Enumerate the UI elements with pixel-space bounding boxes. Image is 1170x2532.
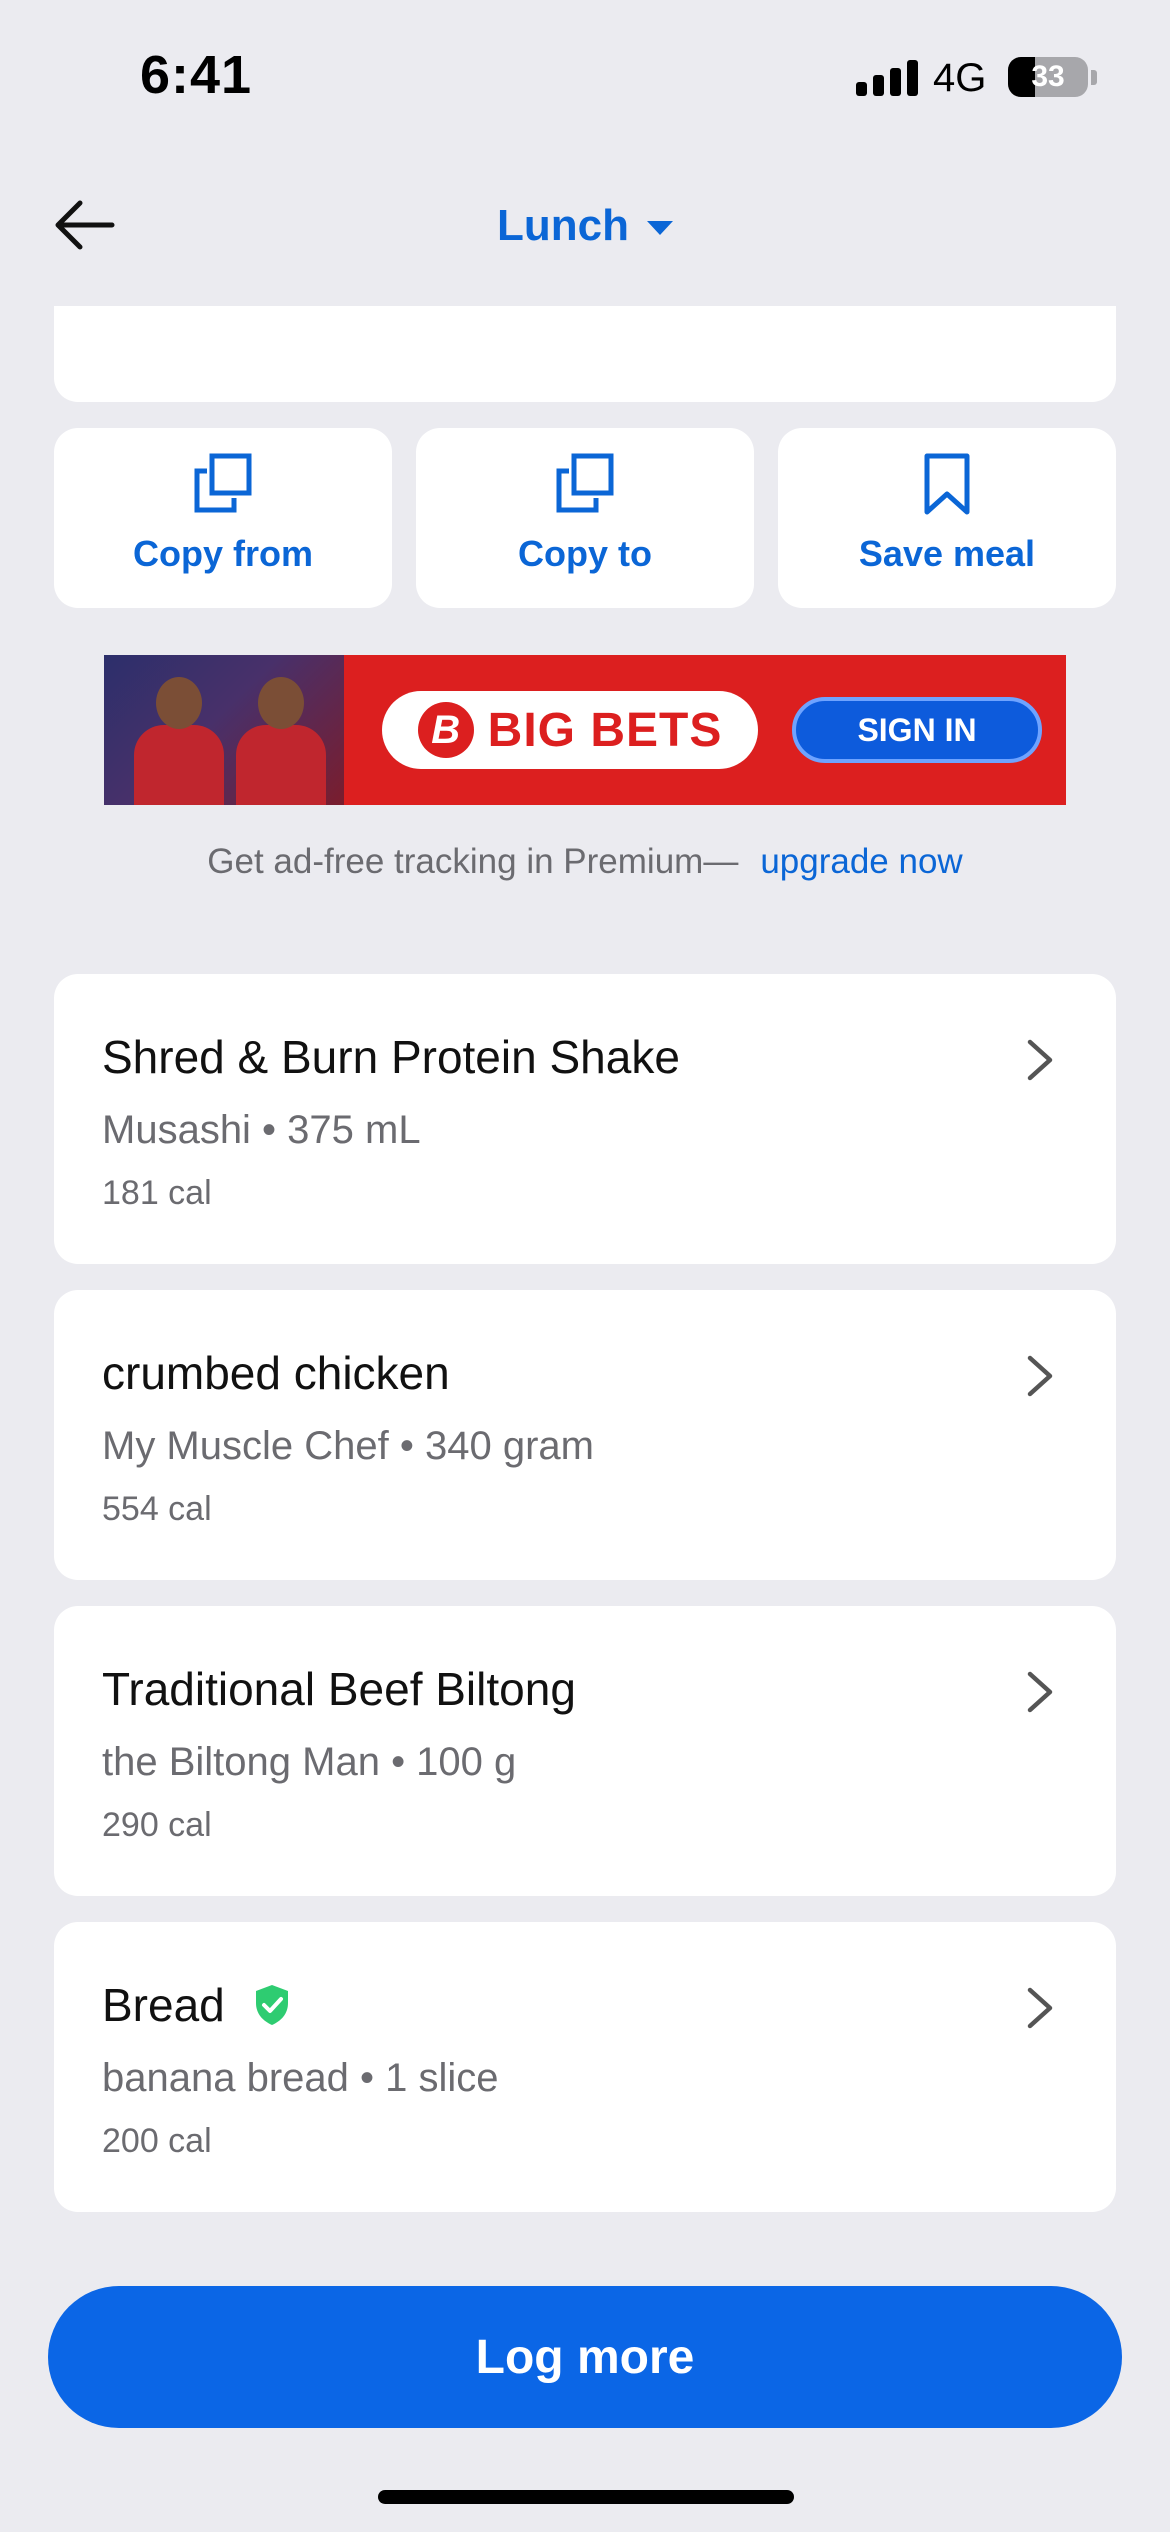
bookmark-icon xyxy=(924,453,970,515)
food-detail: banana bread • 1 slice xyxy=(102,2056,499,2100)
copy-from-label: Copy from xyxy=(133,533,313,574)
food-detail: Musashi • 375 mL xyxy=(102,1108,421,1152)
food-entry[interactable]: crumbed chicken My Muscle Chef • 340 gra… xyxy=(54,1290,1116,1580)
ad-logo: B BIG BETS xyxy=(382,691,758,769)
chevron-right-icon xyxy=(1027,1039,1053,1081)
ad-logo-mark: B xyxy=(417,702,474,758)
copy-icon xyxy=(194,453,252,513)
arrow-left-icon xyxy=(55,200,115,250)
meal-summary-card xyxy=(54,306,1116,402)
copy-from-button[interactable]: Copy from xyxy=(54,428,392,608)
food-entry[interactable]: Bread banana bread • 1 slice 200 cal xyxy=(54,1922,1116,2212)
premium-upsell: Get ad-free tracking in Premium— upgrade … xyxy=(0,842,1170,882)
food-calories: 181 cal xyxy=(102,1174,212,1212)
food-calories: 290 cal xyxy=(102,1806,212,1844)
upgrade-now-link[interactable]: upgrade now xyxy=(760,842,962,881)
battery-cap xyxy=(1091,70,1097,85)
food-calories: 554 cal xyxy=(102,1490,212,1528)
cellular-signal-icon xyxy=(856,60,918,96)
battery-level: 33 xyxy=(1031,60,1065,93)
meal-selector-dropdown[interactable]: Lunch xyxy=(385,196,785,256)
ad-sign-in-button[interactable]: SIGN IN xyxy=(792,697,1042,763)
ad-photo xyxy=(104,655,344,805)
food-name: Traditional Beef Biltong xyxy=(102,1663,576,1715)
copy-to-label: Copy to xyxy=(518,533,652,574)
network-type: 4G xyxy=(933,56,987,100)
battery-icon: 33 xyxy=(1008,57,1088,97)
food-entry[interactable]: Shred & Burn Protein Shake Musashi • 375… xyxy=(54,974,1116,1264)
copy-icon xyxy=(556,453,614,513)
food-name: crumbed chicken xyxy=(102,1347,450,1399)
ad-brand-text: BIG BETS xyxy=(487,703,723,757)
food-name: Bread xyxy=(102,1979,225,2031)
ad-banner[interactable]: B BIG BETS SIGN IN xyxy=(104,655,1066,805)
chevron-right-icon xyxy=(1027,1671,1053,1713)
back-button[interactable] xyxy=(50,195,120,255)
copy-to-button[interactable]: Copy to xyxy=(416,428,754,608)
verified-shield-icon xyxy=(255,1985,288,2025)
home-indicator[interactable] xyxy=(378,2490,794,2504)
food-detail: My Muscle Chef • 340 gram xyxy=(102,1424,594,1468)
page-title: Lunch xyxy=(497,201,629,250)
food-entry[interactable]: Traditional Beef Biltong the Biltong Man… xyxy=(54,1606,1116,1896)
premium-text: Get ad-free tracking in Premium— xyxy=(207,842,739,881)
chevron-right-icon xyxy=(1027,1355,1053,1397)
save-meal-label: Save meal xyxy=(858,533,1036,574)
food-name: Shred & Burn Protein Shake xyxy=(102,1031,680,1083)
status-time: 6:41 xyxy=(140,45,253,105)
log-more-button[interactable]: Log more xyxy=(48,2286,1122,2428)
food-calories: 200 cal xyxy=(102,2122,212,2160)
chevron-right-icon xyxy=(1027,1987,1053,2029)
caret-down-icon xyxy=(646,221,673,235)
save-meal-button[interactable]: Save meal xyxy=(778,428,1116,608)
food-detail: the Biltong Man • 100 g xyxy=(102,1740,517,1784)
